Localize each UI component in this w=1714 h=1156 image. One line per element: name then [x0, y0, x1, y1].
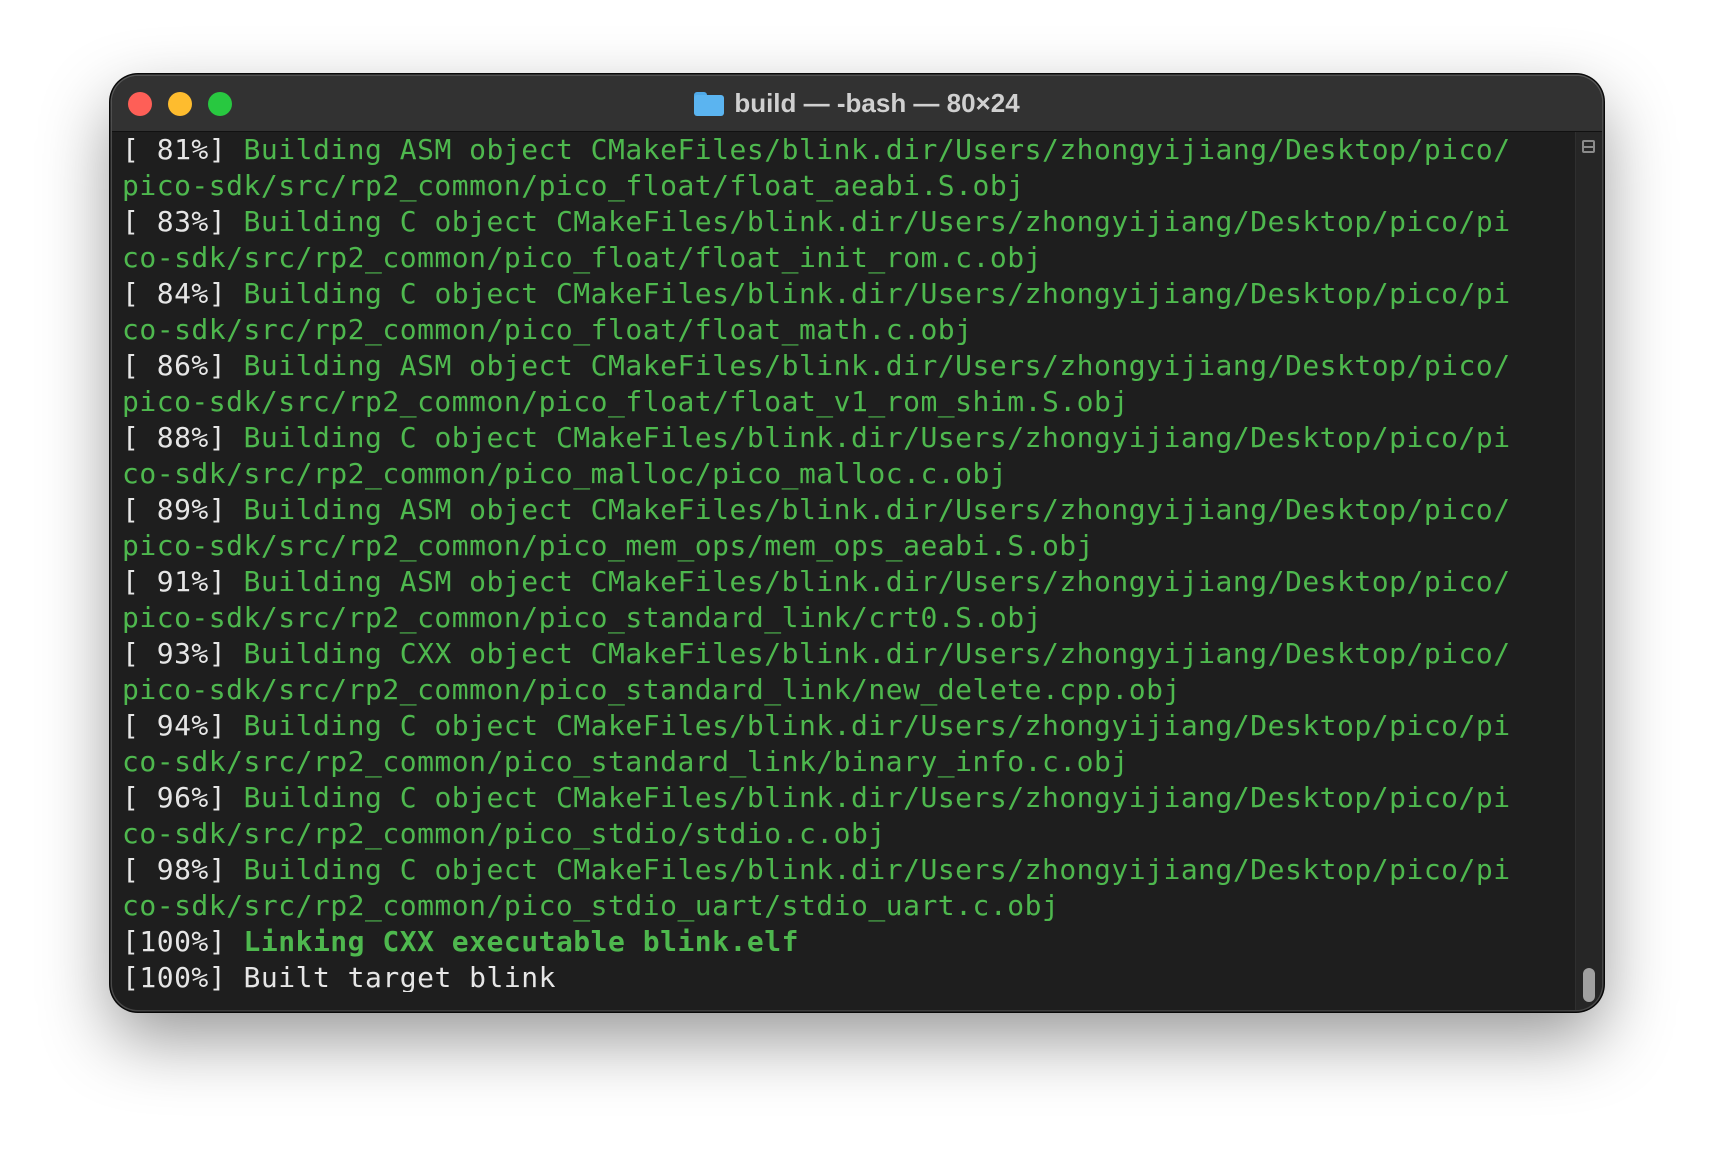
output-line: co-sdk/src/rp2_common/pico_stdio/stdio.c… [122, 817, 886, 850]
title-bar[interactable]: build — -bash — 80×24 [112, 76, 1602, 132]
output-line: co-sdk/src/rp2_common/pico_float/float_i… [122, 241, 1042, 274]
output-line: [ 81%] Building ASM object CMakeFiles/bl… [122, 133, 1511, 166]
output-line: [ 83%] Building C object CMakeFiles/blin… [122, 205, 1511, 238]
vertical-scrollbar[interactable] [1575, 132, 1602, 1010]
output-line: [ 93%] Building CXX object CMakeFiles/bl… [122, 637, 1511, 670]
scrollbar-thumb[interactable] [1583, 968, 1595, 1002]
output-line: [ 94%] Building C object CMakeFiles/blin… [122, 709, 1511, 742]
output-line-built: [100%] Built target blink [122, 961, 556, 992]
output-line: co-sdk/src/rp2_common/pico_stdio_uart/st… [122, 889, 1060, 922]
output-line: [ 91%] Building ASM object CMakeFiles/bl… [122, 565, 1511, 598]
output-line: pico-sdk/src/rp2_common/pico_standard_li… [122, 601, 1042, 634]
folder-icon [694, 91, 725, 116]
split-pane-icon[interactable] [1582, 140, 1595, 153]
output-line: [ 89%] Building ASM object CMakeFiles/bl… [122, 493, 1511, 526]
output-line: co-sdk/src/rp2_common/pico_float/float_m… [122, 313, 973, 346]
output-line: pico-sdk/src/rp2_common/pico_float/float… [122, 169, 1025, 202]
title-wrap: build — -bash — 80×24 [112, 76, 1602, 131]
terminal-output[interactable]: [ 81%] Building ASM object CMakeFiles/bl… [122, 132, 1582, 992]
output-line: [ 84%] Building C object CMakeFiles/blin… [122, 277, 1511, 310]
output-line: [ 88%] Building C object CMakeFiles/blin… [122, 421, 1511, 454]
output-line: co-sdk/src/rp2_common/pico_malloc/pico_m… [122, 457, 1008, 490]
terminal-window: build — -bash — 80×24 [ 81%] Building AS… [112, 76, 1602, 1010]
output-line: [ 98%] Building C object CMakeFiles/blin… [122, 853, 1511, 886]
output-line: pico-sdk/src/rp2_common/pico_mem_ops/mem… [122, 529, 1095, 562]
window-title: build — -bash — 80×24 [734, 88, 1020, 118]
output-line: pico-sdk/src/rp2_common/pico_standard_li… [122, 673, 1181, 706]
output-line: [ 86%] Building ASM object CMakeFiles/bl… [122, 349, 1511, 382]
output-line-linking: [100%] Linking CXX executable blink.elf [122, 925, 799, 958]
output-line: pico-sdk/src/rp2_common/pico_float/float… [122, 385, 1129, 418]
output-line: [ 96%] Building C object CMakeFiles/blin… [122, 781, 1511, 814]
output-line: co-sdk/src/rp2_common/pico_standard_link… [122, 745, 1129, 778]
